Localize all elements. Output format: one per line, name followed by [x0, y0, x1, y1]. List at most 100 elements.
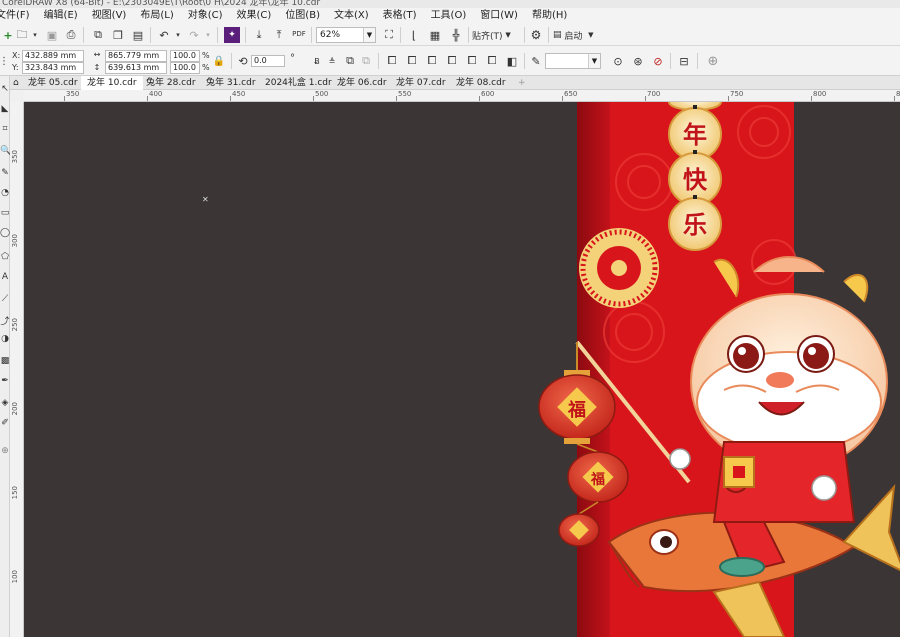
blend-tool-icon[interactable]: ◑: [0, 334, 10, 348]
ruler-tick: [230, 96, 231, 101]
cut-icon[interactable]: ⧉: [90, 27, 106, 43]
freehand-tool-icon[interactable]: ✎: [0, 168, 10, 182]
dropdown-arrow-icon[interactable]: ▾: [27, 27, 43, 43]
chevron-down-icon[interactable]: ▼: [363, 28, 375, 42]
mirror-horizontal-icon[interactable]: Ƀ: [309, 53, 325, 69]
tab-doc-6[interactable]: 龙年 06.cdr: [331, 76, 393, 90]
tab-doc-8[interactable]: 龙年 08.cdr: [450, 76, 512, 90]
menu-file[interactable]: 文件(F): [0, 8, 37, 24]
property-bar: ⋮ X: 432.889 mm Y: 323.843 mm ↔ 865.779 …: [0, 46, 900, 76]
polygon-tool-icon[interactable]: ⬠: [0, 252, 10, 266]
menu-layout[interactable]: 布局(L): [133, 8, 180, 24]
eyedropper-tool-icon[interactable]: ✒: [0, 376, 10, 390]
connector-tool-icon[interactable]: ⤴: [0, 314, 10, 328]
width-field[interactable]: 865.779 mm: [105, 50, 167, 62]
ellipse-tool-icon[interactable]: ◯: [0, 228, 10, 242]
save-icon[interactable]: ▣: [44, 27, 60, 43]
drawing-canvas[interactable]: ✕ 年 快 乐 福 福: [24, 102, 900, 637]
add-icon[interactable]: ⊕: [705, 53, 721, 69]
import-icon[interactable]: ⤓: [251, 27, 267, 43]
outline-width-combo[interactable]: ▼: [545, 53, 601, 69]
menu-tools[interactable]: 工具(O): [424, 8, 474, 24]
interactive-fill-icon[interactable]: ◈: [0, 398, 10, 412]
gear-icon[interactable]: ⚙: [528, 27, 544, 43]
crop-tool-icon[interactable]: ⌗: [0, 124, 10, 138]
tab-doc-3[interactable]: 兔年 28.cdr: [140, 76, 202, 90]
menu-object[interactable]: 对象(C): [181, 8, 230, 24]
redo-dropdown-icon[interactable]: ▾: [200, 27, 216, 43]
transparency-tool-icon[interactable]: ▩: [0, 356, 10, 370]
undo-dropdown-icon[interactable]: ▾: [170, 27, 186, 43]
publish-pdf-icon[interactable]: PDF: [291, 26, 307, 42]
zoom-level-combo[interactable]: 62% ▼: [316, 27, 376, 43]
outline-pen-icon[interactable]: ✎: [528, 53, 544, 69]
menu-edit[interactable]: 编辑(E): [37, 8, 85, 24]
menu-view[interactable]: 视图(V): [85, 8, 134, 24]
wrap-text-icon[interactable]: ⊙: [610, 53, 626, 69]
drag-handle-icon[interactable]: ⋮: [0, 53, 12, 69]
launch-menu[interactable]: ▤ 启动 ▼: [553, 27, 613, 43]
menu-window[interactable]: 窗口(W): [473, 8, 525, 24]
height-field[interactable]: 639.613 mm: [105, 62, 167, 74]
align-distribute-icon[interactable]: ⊟: [676, 53, 692, 69]
lantern-char-medium: 福: [590, 471, 605, 488]
x-position-field[interactable]: 432.889 mm: [22, 50, 84, 62]
delete-icon[interactable]: ⊘: [650, 53, 666, 69]
menu-help[interactable]: 帮助(H): [525, 8, 574, 24]
ungroup-icon[interactable]: ⧉: [358, 53, 374, 69]
front-minus-back-icon[interactable]: ⧠: [484, 53, 500, 69]
horizontal-ruler[interactable]: 350 400 450 500 550 600 650 700 750 800 850: [24, 90, 900, 102]
text-tool-icon[interactable]: A: [0, 272, 10, 286]
mirror-vertical-icon[interactable]: ≜: [324, 53, 340, 69]
separator: [83, 27, 84, 43]
scale-width-field[interactable]: 100.0: [170, 50, 200, 62]
menu-bitmaps[interactable]: 位图(B): [278, 8, 327, 24]
weld-icon[interactable]: ⧠: [404, 53, 420, 69]
snap-to-menu[interactable]: 贴齐(T) ▼: [472, 27, 518, 43]
tab-doc-7[interactable]: 龙年 07.cdr: [390, 76, 452, 90]
tab-doc-5[interactable]: 2024礼盒 1.cdr: [259, 76, 338, 90]
vertical-ruler[interactable]: 350 300 250 200 150 100: [10, 102, 24, 637]
lock-ratio-icon[interactable]: 🔒: [211, 53, 227, 69]
full-screen-icon[interactable]: ⛶: [381, 27, 397, 43]
ruler-tick-label: 700: [647, 90, 661, 98]
y-position-field[interactable]: 323.843 mm: [22, 62, 84, 74]
simplify-icon[interactable]: ⧠: [464, 53, 480, 69]
smart-fill-icon[interactable]: ◔: [0, 188, 10, 202]
shape-tool-icon[interactable]: ◣: [0, 104, 10, 118]
menu-text[interactable]: 文本(X): [327, 8, 376, 24]
show-grid-icon[interactable]: ▦: [427, 27, 443, 43]
tab-doc-2[interactable]: 龙年 10.cdr: [81, 76, 143, 90]
add-tab-icon[interactable]: +: [512, 76, 532, 90]
show-rulers-icon[interactable]: ⌊: [406, 27, 422, 43]
rotation-field[interactable]: 0.0: [251, 55, 285, 67]
chevron-down-icon[interactable]: ▼: [588, 54, 600, 68]
smart-drawing-icon[interactable]: ✐: [0, 418, 10, 432]
print-icon[interactable]: ⎙: [63, 27, 79, 43]
intersect-icon[interactable]: ⧠: [444, 53, 460, 69]
parallel-dimension-icon[interactable]: ⟋: [0, 294, 10, 308]
combine-icon[interactable]: ⧠: [384, 53, 400, 69]
trim-icon[interactable]: ⧠: [424, 53, 440, 69]
ruler-tick-label: 550: [398, 90, 412, 98]
break-apart-icon[interactable]: ⊛: [630, 53, 646, 69]
tab-doc-4[interactable]: 兔年 31.cdr: [200, 76, 262, 90]
add-tool-icon[interactable]: ⊕: [0, 446, 10, 460]
menu-table[interactable]: 表格(T): [376, 8, 424, 24]
back-minus-front-icon[interactable]: ◧: [504, 53, 520, 69]
paste-icon[interactable]: ▤: [130, 27, 146, 43]
group-icon[interactable]: ⧉: [342, 53, 358, 69]
home-icon[interactable]: ⌂: [10, 76, 22, 90]
tab-doc-1[interactable]: 龙年 05.cdr: [22, 76, 84, 90]
pick-tool-icon[interactable]: ↖: [0, 84, 10, 98]
rotate-icon[interactable]: ⟲: [235, 53, 251, 69]
rectangle-tool-icon[interactable]: ▭: [0, 208, 10, 222]
show-guidelines-icon[interactable]: ╬: [448, 27, 464, 43]
scale-height-field[interactable]: 100.0: [170, 62, 200, 74]
copy-icon[interactable]: ❐: [110, 27, 126, 43]
ruler-tick-label: 150: [11, 486, 19, 500]
export-icon[interactable]: ⤒: [271, 27, 287, 43]
zoom-tool-icon[interactable]: 🔍: [0, 146, 11, 160]
menu-effects[interactable]: 效果(C): [230, 8, 279, 24]
search-content-icon[interactable]: ✦: [224, 27, 240, 43]
